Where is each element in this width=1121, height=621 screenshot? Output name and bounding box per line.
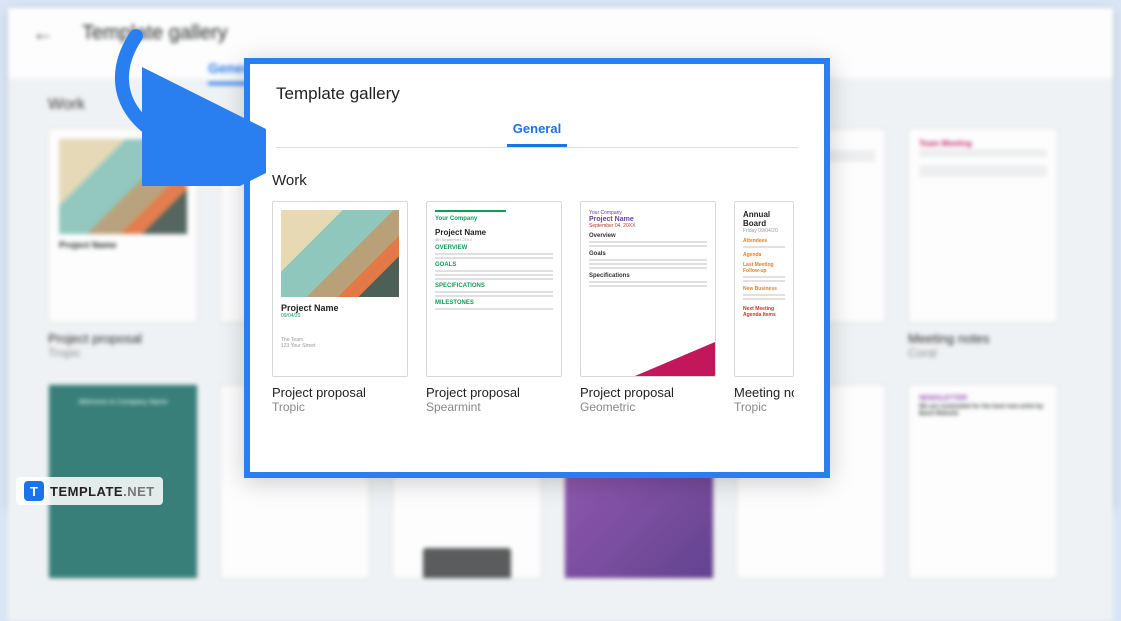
modal-section-label: Work (272, 172, 802, 189)
modal-header: Template gallery General (250, 64, 824, 156)
template-card-title: Meeting notes (734, 385, 794, 400)
template-card-title: Project proposal (580, 385, 716, 400)
page-title: Template gallery (82, 22, 228, 45)
template-card-sub: Spearmint (426, 400, 562, 414)
template-card-sub: Coral (908, 346, 1058, 360)
back-arrow-icon[interactable]: ← (32, 20, 54, 46)
template-thumb: Annual Board Friday 09/04/20 Attendees A… (734, 201, 794, 377)
template-card-geometric[interactable]: Your Company Project Name September 04, … (580, 201, 716, 414)
template-card-sub: Geometric (580, 400, 716, 414)
outer-header: ← Template gallery (8, 8, 1113, 50)
modal-tabs: General (276, 120, 798, 148)
modal-row: Project Name 09/04/20 The Team123 Your S… (272, 201, 802, 414)
logo-badge: T TEMPLATE.NET (16, 477, 163, 505)
tab-general[interactable]: General (507, 121, 567, 147)
template-thumb: Your Company Project Name September 04, … (580, 201, 716, 377)
template-thumb: Project Name (48, 128, 198, 323)
template-thumb: Your Company Project Name 4th September … (426, 201, 562, 377)
template-card[interactable]: Project Name Project proposal Tropic (48, 128, 198, 360)
template-card-title: Meeting notes (908, 331, 1058, 346)
thumb-heading: Project Name (59, 240, 187, 250)
template-card-sub: Tropic (272, 400, 408, 414)
template-card[interactable]: NEWSLETTER We are nominated for the best… (908, 384, 1058, 579)
template-card-sub: Tropic (734, 400, 794, 414)
template-card-spearmint[interactable]: Your Company Project Name 4th September … (426, 201, 562, 414)
modal-template-gallery: Template gallery General Work Project Na… (244, 58, 830, 478)
template-card-title: Project proposal (426, 385, 562, 400)
logo-mark-icon: T (24, 481, 44, 501)
thumb-heading: Project Name (281, 303, 399, 313)
template-thumb: Project Name 09/04/20 The Team123 Your S… (272, 201, 408, 377)
template-card-title: Project proposal (272, 385, 408, 400)
template-card[interactable]: Team Meeting Meeting notes Coral (908, 128, 1058, 360)
template-card-sub: Tropic (48, 346, 198, 360)
template-card-title: Project proposal (48, 331, 198, 346)
template-card-meeting-notes[interactable]: Annual Board Friday 09/04/20 Attendees A… (734, 201, 794, 414)
template-thumb: Team Meeting (908, 128, 1058, 323)
modal-title: Template gallery (276, 84, 798, 104)
template-card-tropic[interactable]: Project Name 09/04/20 The Team123 Your S… (272, 201, 408, 414)
modal-body: Work Project Name 09/04/20 The Team123 Y… (250, 156, 824, 430)
logo-text: TEMPLATE.NET (50, 484, 155, 499)
template-thumb: NEWSLETTER We are nominated for the best… (908, 384, 1058, 579)
